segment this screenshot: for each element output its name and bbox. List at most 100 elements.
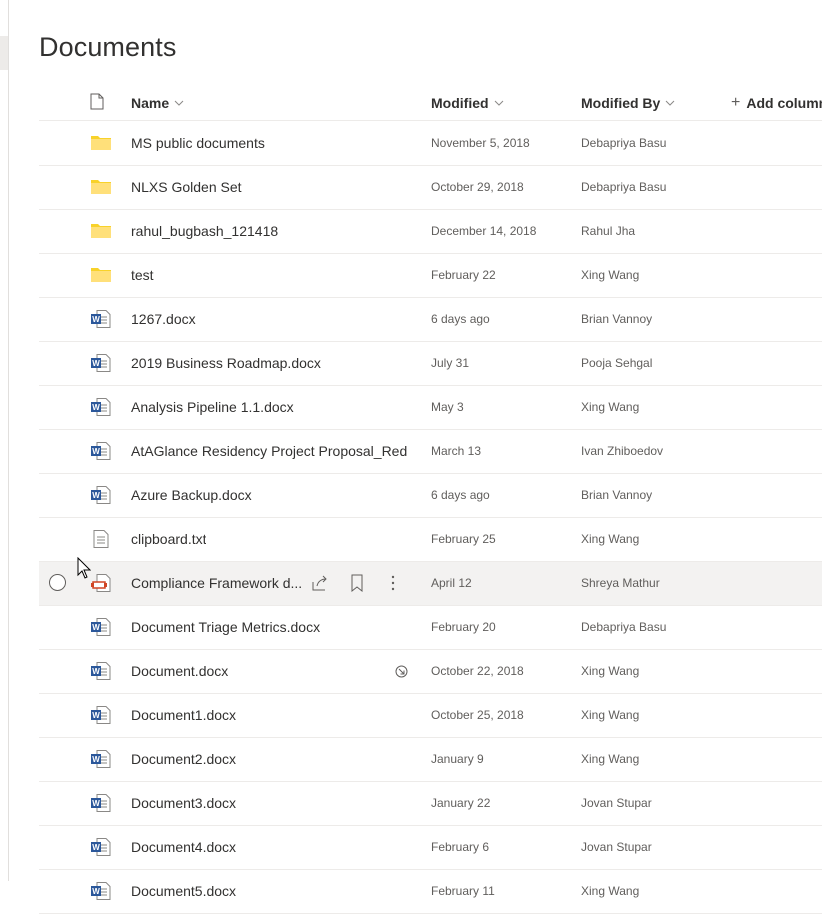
modified-date: July 31 (431, 356, 470, 370)
list-item[interactable]: W Document3.docx January 22 Jovan Stupar (39, 782, 822, 826)
word-document-icon: W (91, 750, 111, 768)
svg-text:W: W (92, 843, 100, 852)
modified-by-name: Debapriya Basu (581, 136, 667, 150)
list-item[interactable]: clipboard.txt February 25 Xing Wang (39, 518, 822, 562)
folder-icon (91, 222, 111, 240)
list-item[interactable]: W Document5.docx February 11 Xing Wang (39, 870, 822, 914)
svg-text:W: W (92, 315, 100, 324)
modified-date: October 29, 2018 (431, 180, 524, 194)
file-name-link[interactable]: 2019 Business Roadmap.docx (131, 342, 321, 385)
word-document-icon: W (91, 310, 111, 328)
list-item[interactable]: MS public documents November 5, 2018 Debap… (39, 122, 822, 166)
file-name-link[interactable]: Document2.docx (131, 738, 236, 781)
list-item[interactable]: NLXS Golden Set October 29, 2018 Debapriya… (39, 166, 822, 210)
modified-date: February 22 (431, 268, 496, 282)
file-name-link[interactable]: Document4.docx (131, 826, 236, 869)
bookmark-icon[interactable] (348, 574, 366, 593)
list-item[interactable]: W Document Triage Metrics.docx February 20… (39, 606, 822, 650)
list-item[interactable]: Compliance Framework d... April 12 Shreya … (39, 562, 822, 606)
file-type-column-header[interactable] (90, 86, 104, 120)
file-name-link[interactable]: Document1.docx (131, 694, 236, 737)
share-icon[interactable] (311, 574, 329, 592)
modified-date: February 6 (431, 840, 490, 854)
file-type-icon (90, 93, 104, 113)
svg-text:W: W (92, 887, 100, 896)
file-name-link[interactable]: Document3.docx (131, 782, 236, 825)
modified-date: January 22 (431, 796, 491, 810)
rail-tab[interactable] (0, 36, 8, 70)
list-item[interactable]: rahul_bugbash_121418 December 14, 2018 Rah… (39, 210, 822, 254)
text-file-icon (91, 530, 111, 548)
modified-date: March 13 (431, 444, 482, 458)
modified-by-name: Brian Vannoy (581, 312, 653, 326)
list-item[interactable]: W Analysis Pipeline 1.1.docx May 3 Xing Wan… (39, 386, 822, 430)
modified-date: November 5, 2018 (431, 136, 530, 150)
add-column-label: Add column (746, 95, 822, 111)
modified-by-name: Xing Wang (581, 532, 640, 546)
list-header: Name Modified Modified By + Add column (39, 86, 822, 121)
page-title: Documents (39, 32, 177, 62)
word-document-icon: W (91, 706, 111, 724)
file-name-link[interactable]: MS public documents (131, 122, 265, 165)
file-name-link[interactable]: Document Triage Metrics.docx (131, 606, 320, 649)
file-name-link[interactable]: rahul_bugbash_121418 (131, 210, 278, 253)
modified-by-name: Shreya Mathur (581, 576, 660, 590)
list-item[interactable]: W Document4.docx February 6 Jovan Stupar (39, 826, 822, 870)
modified-by-name: Xing Wang (581, 708, 640, 722)
svg-text:W: W (92, 359, 100, 368)
modified-date: February 25 (431, 532, 496, 546)
list-item[interactable]: W AtAGlance Residency Project Proposal_Re… (39, 430, 822, 474)
chevron-down-icon (494, 100, 503, 106)
modified-by-name: Jovan Stupar (581, 840, 652, 854)
list-item[interactable]: test February 22 Xing Wang (39, 254, 822, 298)
file-name-link[interactable]: Azure Backup.docx (131, 474, 252, 517)
file-name-link[interactable]: Compliance Framework d... (131, 562, 302, 605)
word-document-icon: W (91, 662, 111, 680)
word-document-icon: W (91, 486, 111, 504)
sync-status-icon (395, 665, 408, 678)
modified-date: October 22, 2018 (431, 664, 524, 678)
name-column-header[interactable]: Name (131, 86, 184, 120)
file-name-link[interactable]: Document5.docx (131, 870, 236, 913)
svg-text:W: W (92, 711, 100, 720)
modified-by-name: Debapriya Basu (581, 180, 667, 194)
svg-text:W: W (92, 403, 100, 412)
modified-by-name: Rahul Jha (581, 224, 636, 238)
modified-date: 6 days ago (431, 488, 490, 502)
more-options-icon[interactable] (384, 574, 402, 592)
modified-column-header[interactable]: Modified (431, 86, 504, 120)
modified-date: April 12 (431, 576, 472, 590)
modified-date: 6 days ago (431, 312, 490, 326)
modified-by-name: Brian Vannoy (581, 488, 653, 502)
modified-by-name: Xing Wang (581, 268, 640, 282)
file-name-link[interactable]: test (131, 254, 154, 297)
list-item[interactable]: W Document2.docx January 9 Xing Wang (39, 738, 822, 782)
word-document-icon: W (91, 442, 111, 460)
svg-text:W: W (92, 491, 100, 500)
file-name-link[interactable]: Document.docx (131, 650, 228, 693)
svg-text:W: W (92, 755, 100, 764)
list-item[interactable]: W 2019 Business Roadmap.docx July 31 Pooja … (39, 342, 822, 386)
folder-icon (91, 178, 111, 196)
list-item[interactable]: W Document.docx October 22, 2018 Xing Wang (39, 650, 822, 694)
name-column-label: Name (131, 95, 170, 111)
file-name-link[interactable]: AtAGlance Residency Project Proposal_Red… (131, 430, 407, 473)
select-row-radio[interactable] (49, 574, 66, 591)
list-item[interactable]: W Azure Backup.docx 6 days ago Brian Vannoy (39, 474, 822, 518)
document-list: MS public documents November 5, 2018 Debap… (39, 122, 822, 914)
file-name-link[interactable]: NLXS Golden Set (131, 166, 242, 209)
modified-by-column-header[interactable]: Modified By (581, 86, 675, 120)
list-item[interactable]: W 1267.docx 6 days ago Brian Vannoy (39, 298, 822, 342)
list-item[interactable]: W Document1.docx October 25, 2018 Xing Wang (39, 694, 822, 738)
file-name-link[interactable]: clipboard.txt (131, 518, 206, 561)
svg-text:W: W (92, 799, 100, 808)
plus-icon: + (731, 94, 741, 111)
modified-column-label: Modified (431, 95, 489, 111)
file-name-link[interactable]: Analysis Pipeline 1.1.docx (131, 386, 294, 429)
file-name-link[interactable]: 1267.docx (131, 298, 196, 341)
left-rail (0, 0, 9, 881)
add-column-button[interactable]: + Add column (731, 86, 822, 120)
modified-by-column-label: Modified By (581, 95, 661, 111)
modified-by-name: Xing Wang (581, 752, 640, 766)
word-document-icon: W (91, 794, 111, 812)
